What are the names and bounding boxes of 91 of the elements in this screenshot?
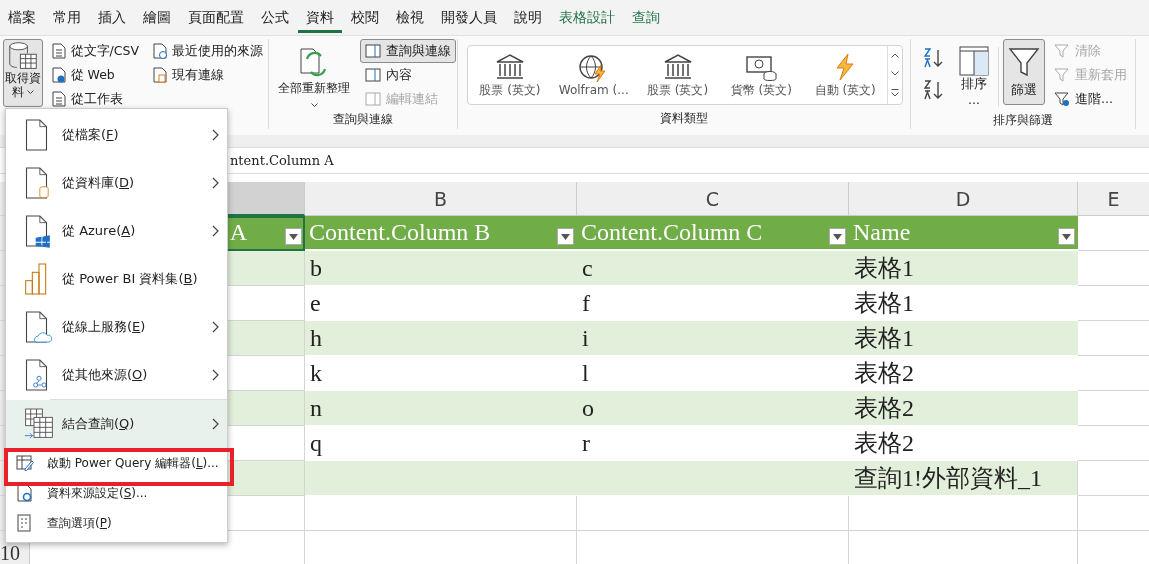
ribbon-button[interactable]: 從工作表: [46, 87, 144, 111]
table-cell: 查詢1!外部資料_1: [849, 461, 1078, 496]
table-cell: b: [305, 251, 577, 286]
table-header-cell: Content.Column B: [305, 216, 577, 251]
ribbon-tab[interactable]: 頁面配置: [180, 2, 252, 33]
expand-gallery-icon[interactable]: [891, 89, 900, 98]
formula-field[interactable]: ntent.Column A: [230, 153, 334, 168]
filter-dropdown-icon[interactable]: [557, 228, 574, 245]
chevron-right-icon: [212, 177, 219, 189]
column-header[interactable]: E: [1078, 182, 1149, 216]
menu-item[interactable]: 從資料庫(D): [6, 159, 227, 207]
document-icon: [153, 43, 167, 59]
chevron-right-icon: [212, 225, 219, 237]
ribbon-button[interactable]: 現有連線: [148, 63, 268, 87]
ribbon-button[interactable]: 從 Web: [46, 63, 144, 87]
data-type-button[interactable]: 股票 (英文): [635, 48, 720, 102]
tables-icon: [24, 407, 54, 441]
chevron-down-icon: [26, 90, 34, 96]
filter-button[interactable]: 篩選: [1003, 39, 1045, 105]
ribbon-button[interactable]: 從文字/CSV: [46, 39, 144, 63]
get-data-button[interactable]: 取得資 料: [3, 39, 43, 107]
ribbon-tab[interactable]: 開發人員: [433, 2, 505, 33]
ribbon-tab[interactable]: 表格設計: [551, 2, 623, 33]
refresh-all-button[interactable]: 全部重新整理: [272, 42, 356, 111]
table-cell: c: [577, 251, 849, 286]
column-header[interactable]: C: [577, 182, 849, 216]
sort-table-icon: [959, 46, 989, 76]
funnel-icon: [1054, 67, 1070, 83]
table-cell: h: [305, 321, 577, 356]
ribbon-button[interactable]: 內容: [360, 63, 456, 87]
filter-dropdown-icon[interactable]: [829, 228, 846, 245]
menu-item[interactable]: 啟動 Power Query 編輯器(L)...: [6, 448, 227, 478]
panel-icon: [365, 44, 381, 58]
menu-item[interactable]: 資料來源設定(S)...: [6, 478, 227, 508]
data-type-button[interactable]: 自動 (英文): [803, 48, 888, 102]
sort-button[interactable]: 排序 ...: [954, 43, 994, 112]
chevron-right-icon: [212, 369, 219, 381]
column-header[interactable]: D: [849, 182, 1078, 216]
table-cell: 表格2: [849, 391, 1078, 426]
table-cell: 表格1: [849, 321, 1078, 356]
ribbon-button[interactable]: 最近使用的來源: [148, 39, 268, 63]
funnel-icon: [1008, 46, 1040, 78]
ribbon-tab[interactable]: 校閱: [343, 2, 387, 33]
ribbon-tab[interactable]: 說明: [506, 2, 550, 33]
group-label: 資料類型: [659, 110, 709, 127]
chevron-down-icon: [310, 102, 318, 108]
document-icon: [51, 43, 66, 59]
data-type-button[interactable]: 貨幣 (英文): [719, 48, 804, 102]
table-edit-icon: [16, 454, 34, 472]
panel-icon: [365, 92, 381, 106]
menu-item[interactable]: 從線上服務(E): [6, 303, 227, 351]
menu-item[interactable]: 從 Power BI 資料集(B): [6, 255, 227, 303]
document-icon: [153, 67, 167, 83]
table-cell: i: [577, 321, 849, 356]
menu-item[interactable]: 從其他來源(O): [6, 351, 227, 399]
table-cell: n: [305, 391, 577, 426]
list-icon: [16, 514, 34, 532]
menu-item[interactable]: 從檔案(F): [6, 111, 227, 159]
document-icon: [51, 67, 66, 83]
table-cell: 表格1: [849, 251, 1078, 286]
ribbon-button[interactable]: 進階...: [1049, 87, 1132, 111]
ribbon-tab[interactable]: 常用: [45, 2, 89, 33]
data-type-button[interactable]: 股票 (英文): [468, 48, 552, 102]
document-icon: [24, 310, 54, 344]
ribbon-tab[interactable]: 插入: [90, 2, 134, 33]
table-header-cell: Content.Column C: [577, 216, 849, 251]
chevron-right-icon: [212, 418, 219, 430]
ribbon-button[interactable]: 查詢與連線: [360, 39, 456, 63]
group-label: 查詢與連線: [332, 111, 394, 128]
database-table-icon: [7, 41, 38, 71]
panel-icon: [365, 68, 381, 82]
scroll-down-icon[interactable]: [891, 71, 900, 76]
chevron-right-icon: [212, 129, 219, 141]
column-header[interactable]: B: [305, 182, 577, 216]
ribbon-tab[interactable]: 資料: [298, 2, 342, 33]
ribbon-tab[interactable]: 查詢: [624, 2, 668, 33]
scroll-up-icon[interactable]: [891, 52, 900, 58]
ribbon-tab[interactable]: 檢視: [388, 2, 432, 33]
group-label: 排序與篩選: [992, 111, 1054, 129]
table-cell: o: [577, 391, 849, 426]
funnel-icon: [1054, 91, 1070, 107]
filter-dropdown-icon[interactable]: [285, 228, 302, 245]
menu-item[interactable]: 結合查詢(Q): [6, 400, 227, 448]
chevron-right-icon: [212, 321, 219, 333]
table-header-cell: Name: [849, 216, 1078, 251]
ribbon-tab[interactable]: 公式: [253, 2, 297, 33]
funnel-icon: [1054, 43, 1070, 59]
ribbon-tab[interactable]: 檔案: [0, 2, 44, 33]
filter-dropdown-icon[interactable]: [1058, 228, 1075, 245]
ribbon-tab[interactable]: 繪圖: [135, 2, 179, 33]
data-type-button[interactable]: Wolfram (...: [551, 50, 636, 100]
